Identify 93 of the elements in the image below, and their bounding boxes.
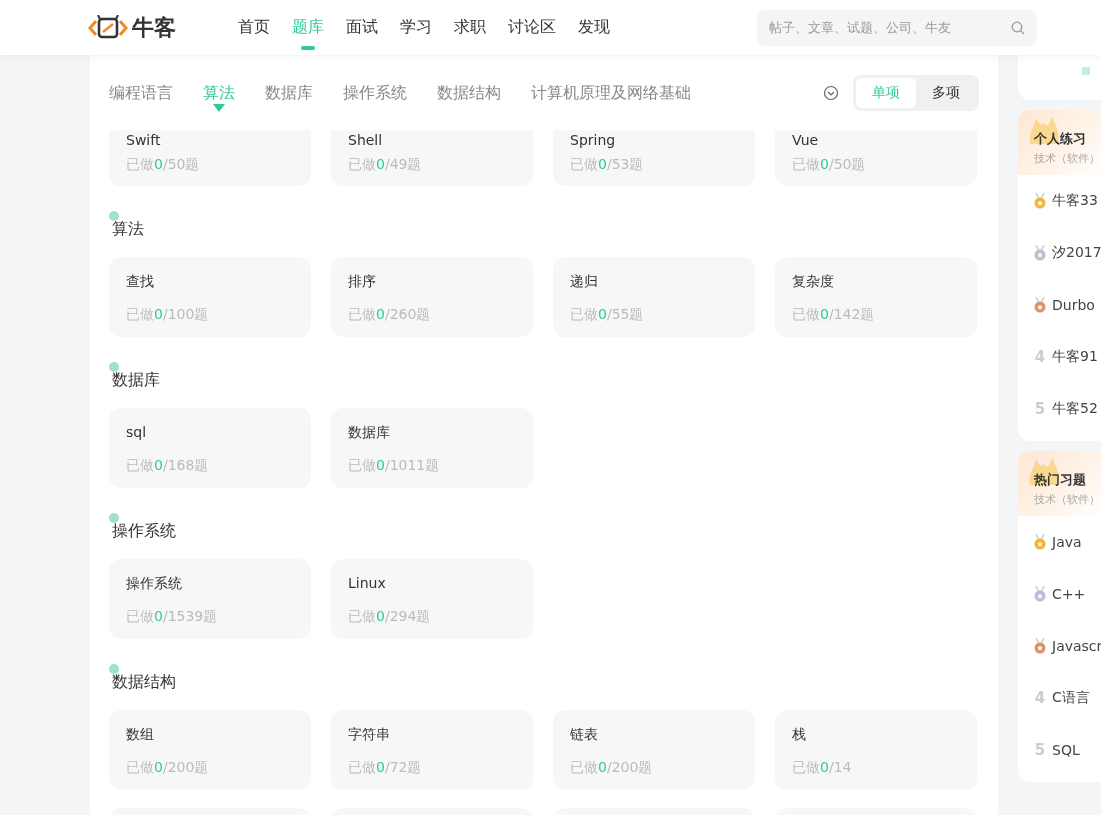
ranking-entry[interactable]: C语言 [1052,689,1090,707]
progress-text: 已做0/100题 [126,305,210,324]
progress-text: 已做0/55题 [570,305,645,324]
medal-icon [1034,638,1046,654]
topic-card[interactable]: Swift 已做0/50题 [109,130,311,186]
section-dot [109,211,119,221]
section-dot [109,362,119,372]
medal-icon [1034,193,1046,209]
medal-icon [1034,534,1046,550]
progress-text: 已做0/1011题 [348,456,441,475]
progress-text: 已做0/50题 [126,155,201,174]
search-field[interactable]: 帖子、文章、试题、公司、牛友 [757,9,1037,46]
progress-text: 已做0/14 [792,758,853,777]
topic-card[interactable]: 字符串 已做0/72题 [331,710,533,790]
ranking-entry[interactable]: 牛客52 [1052,400,1098,418]
topic-card[interactable]: 复杂度 已做0/142题 [775,257,977,337]
topic-name: 字符串 [348,725,391,744]
progress-text: 已做0/294题 [348,607,432,626]
topic-name: 递归 [570,272,599,291]
topic-name: Swift [126,131,162,150]
progress-text: 已做0/200题 [126,758,210,777]
topic-name: 复杂度 [792,272,835,291]
topic-card[interactable]: 排序 已做0/260题 [331,257,533,337]
ranking-title: 热门习题 [1034,471,1087,489]
topic-name: sql [126,423,148,442]
ranking-entry[interactable]: 汐2017 [1052,244,1101,262]
category-tab[interactable]: 数据库 [265,70,313,115]
topic-name: 数组 [126,725,155,744]
ranking-entry[interactable]: C++ [1052,586,1086,602]
topic-name: 查找 [126,272,155,291]
ranking-title: 个人练习 [1034,130,1087,148]
topic-card[interactable]: sql 已做0/168题 [109,408,311,488]
ranking-entry[interactable]: Durbo [1052,297,1095,313]
topic-name: 链表 [570,725,599,744]
topic-name: 操作系统 [126,574,183,593]
mode-button[interactable]: 多项 [916,77,976,108]
progress-text: 已做0/168题 [126,456,210,475]
topic-name: 数据库 [348,423,391,442]
medal-icon [1034,297,1046,313]
section-title: 数据库 [112,369,160,391]
ranking-entry[interactable]: 牛客91 [1052,348,1098,366]
progress-text: 已做0/50题 [792,155,867,174]
legend-icon [1082,67,1090,75]
section-dot [109,664,119,674]
topic-name: Spring [570,131,617,150]
topic-card[interactable]: 链表 已做0/200题 [553,710,755,790]
ranking-subtitle: 技术（软件） [1034,151,1101,166]
topic-name: Linux [348,574,387,593]
topic-card[interactable]: 操作系统 已做0/1539题 [109,559,311,639]
ranking-subtitle: 技术（软件） [1034,492,1101,507]
topic-card[interactable]: 数据库 已做0/1011题 [331,408,533,488]
ranking-entry[interactable]: Java [1052,534,1082,550]
topic-name: 排序 [348,272,377,291]
progress-text: 已做0/1539题 [126,607,219,626]
topic-name: Vue [792,131,820,150]
topic-card[interactable]: Shell 已做0/49题 [331,130,533,186]
nav-link[interactable]: 学习 [400,9,432,46]
nav-link[interactable]: 面试 [346,9,378,46]
topic-card[interactable]: Spring 已做0/53题 [553,130,755,186]
nav-link[interactable]: 求职 [454,9,486,46]
category-tab[interactable]: 计算机原理及网络基础 [531,70,691,115]
nav-link[interactable]: 讨论区 [508,9,556,46]
chevron-down-icon[interactable] [823,84,839,101]
logo-icon[interactable] [88,14,128,41]
category-tab[interactable]: 编程语言 [109,70,173,115]
section-title: 数据结构 [112,671,176,693]
topic-card[interactable]: 栈 已做0/14 [775,710,977,790]
medal-icon [1034,586,1046,602]
topic-card[interactable]: 数组 已做0/200题 [109,710,311,790]
topic-card[interactable]: 查找 已做0/100题 [109,257,311,337]
category-tab[interactable]: 操作系统 [343,70,407,115]
topic-card[interactable]: 递归 已做0/55题 [553,257,755,337]
category-tab[interactable]: 数据结构 [437,70,501,115]
progress-text: 已做0/72题 [348,758,423,777]
progress-text: 已做0/142题 [792,305,876,324]
progress-text: 已做0/260题 [348,305,432,324]
progress-text: 已做0/49题 [348,155,423,174]
topic-card[interactable]: Vue 已做0/50题 [775,130,977,186]
section-dot [109,513,119,523]
ranking-entry[interactable]: SQL [1052,742,1080,758]
nav-link[interactable]: 发现 [578,9,610,46]
ranking-entry[interactable]: 牛客33 [1052,192,1098,210]
topic-name: 栈 [792,725,807,744]
nav-link[interactable]: 首页 [238,9,270,46]
section-title: 操作系统 [112,520,176,542]
medal-icon [1034,245,1046,261]
search-icon[interactable] [1011,20,1025,35]
progress-text: 已做0/200题 [570,758,654,777]
logo-text[interactable]: 牛客 [132,12,176,43]
topic-card[interactable]: Linux 已做0/294题 [331,559,533,639]
section-title: 算法 [112,218,144,240]
topic-name: Shell [348,131,384,150]
progress-text: 已做0/53题 [570,155,645,174]
